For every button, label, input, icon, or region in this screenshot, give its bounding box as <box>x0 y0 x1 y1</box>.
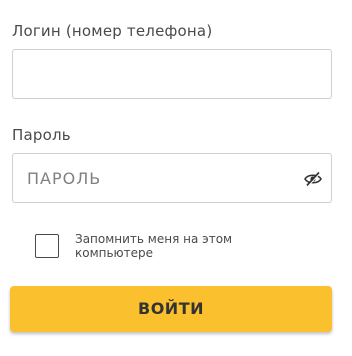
login-input[interactable] <box>13 50 283 98</box>
submit-button[interactable]: ВОЙТИ <box>10 286 332 332</box>
password-label: Пароль <box>12 126 71 144</box>
password-input[interactable] <box>13 154 283 202</box>
login-label: Логин (номер телефона) <box>12 22 213 40</box>
login-field-container <box>12 49 332 99</box>
password-field-container <box>12 153 332 203</box>
remember-checkbox[interactable] <box>35 234 59 258</box>
eye-slash-icon[interactable] <box>304 171 322 187</box>
remember-label[interactable]: Запомнить меня на этом компьютере <box>75 232 275 260</box>
